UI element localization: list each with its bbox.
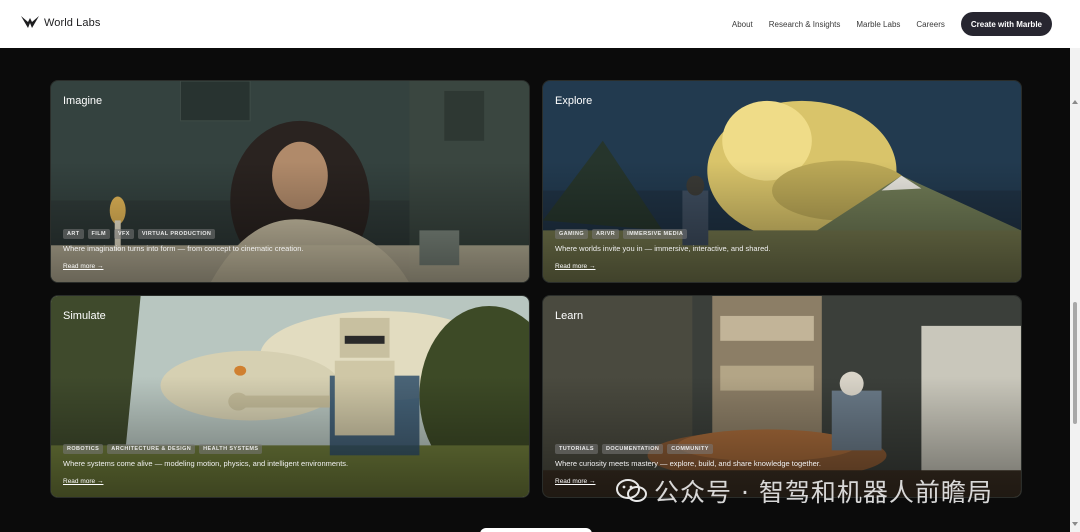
tag-list: GAMING AR/VR IMMERSIVE MEDIA	[555, 229, 688, 239]
tag: FILM	[87, 229, 110, 239]
wechat-watermark: 公众号 · 智驾和机器人前瞻局	[616, 473, 993, 509]
card-title: Simulate	[63, 310, 106, 322]
tag-list: ART FILM VFX VIRTUAL PRODUCTION	[63, 229, 216, 239]
site-header: World Labs About Research & Insights Mar…	[0, 0, 1080, 48]
card-title: Imagine	[63, 95, 103, 107]
read-more-link[interactable]: Read more →	[63, 478, 103, 485]
read-more-link[interactable]: Read more →	[555, 478, 595, 485]
nav-marble-labs[interactable]: Marble Labs	[856, 20, 900, 29]
logo-text: World Labs	[44, 17, 101, 29]
tag-list: ROBOTICS ARCHITECTURE & DESIGN HEALTH SY…	[63, 444, 263, 454]
tag: IMMERSIVE MEDIA	[623, 229, 688, 239]
tag: VIRTUAL PRODUCTION	[137, 229, 216, 239]
tag: COMMUNITY	[667, 444, 713, 454]
card-description: Where systems come alive — modeling moti…	[63, 459, 349, 468]
tag: ART	[63, 229, 84, 239]
tag: HEALTH SYSTEMS	[199, 444, 263, 454]
nav-careers[interactable]: Careers	[916, 20, 944, 29]
logo[interactable]: World Labs	[20, 14, 100, 32]
card-learn[interactable]: Learn TUTORIALS DOCUMENTATION COMMUNITY …	[542, 295, 1022, 498]
card-description: Where curiosity meets mastery — explore,…	[555, 459, 821, 468]
card-description: Where imagination turns into form — from…	[63, 244, 304, 253]
card-title: Explore	[555, 95, 593, 107]
tag: TUTORIALS	[555, 444, 598, 454]
card-simulate[interactable]: Simulate ROBOTICS ARCHITECTURE & DESIGN …	[50, 295, 530, 498]
world-labs-logo-icon	[21, 16, 39, 28]
watermark-text: 公众号 · 智驾和机器人前瞻局	[654, 478, 993, 507]
read-more-link[interactable]: Read more →	[63, 263, 103, 270]
create-with-marble-button[interactable]: Create with Marble	[960, 12, 1052, 36]
tag: AR/VR	[592, 229, 620, 239]
wechat-icon	[616, 479, 647, 502]
nav-about[interactable]: About	[732, 20, 753, 29]
card-title: Learn	[555, 310, 584, 322]
tag: DOCUMENTATION	[601, 444, 664, 454]
nav-research[interactable]: Research & Insights	[769, 20, 841, 29]
tag: ROBOTICS	[63, 444, 104, 454]
scroll-thumb[interactable]	[1073, 302, 1077, 424]
main-nav: About Research & Insights Marble Labs Ca…	[732, 12, 1052, 36]
scroll-down-arrow-icon[interactable]	[1072, 522, 1078, 526]
read-more-link[interactable]: Read more →	[555, 263, 595, 270]
tag: ARCHITECTURE & DESIGN	[107, 444, 196, 454]
scroll-up-arrow-icon[interactable]	[1072, 100, 1078, 104]
tag-list: TUTORIALS DOCUMENTATION COMMUNITY	[555, 444, 713, 454]
bottom-pill-button[interactable]	[480, 528, 592, 532]
card-imagine[interactable]: Imagine ART FILM VFX VIRTUAL PRODUCTION …	[50, 80, 530, 283]
scrollbar[interactable]	[1070, 48, 1080, 532]
tag: GAMING	[555, 229, 589, 239]
card-explore[interactable]: Explore GAMING AR/VR IMMERSIVE MEDIA Whe…	[542, 80, 1022, 283]
card-description: Where worlds invite you in — immersive, …	[555, 244, 771, 253]
tag: VFX	[113, 229, 134, 239]
